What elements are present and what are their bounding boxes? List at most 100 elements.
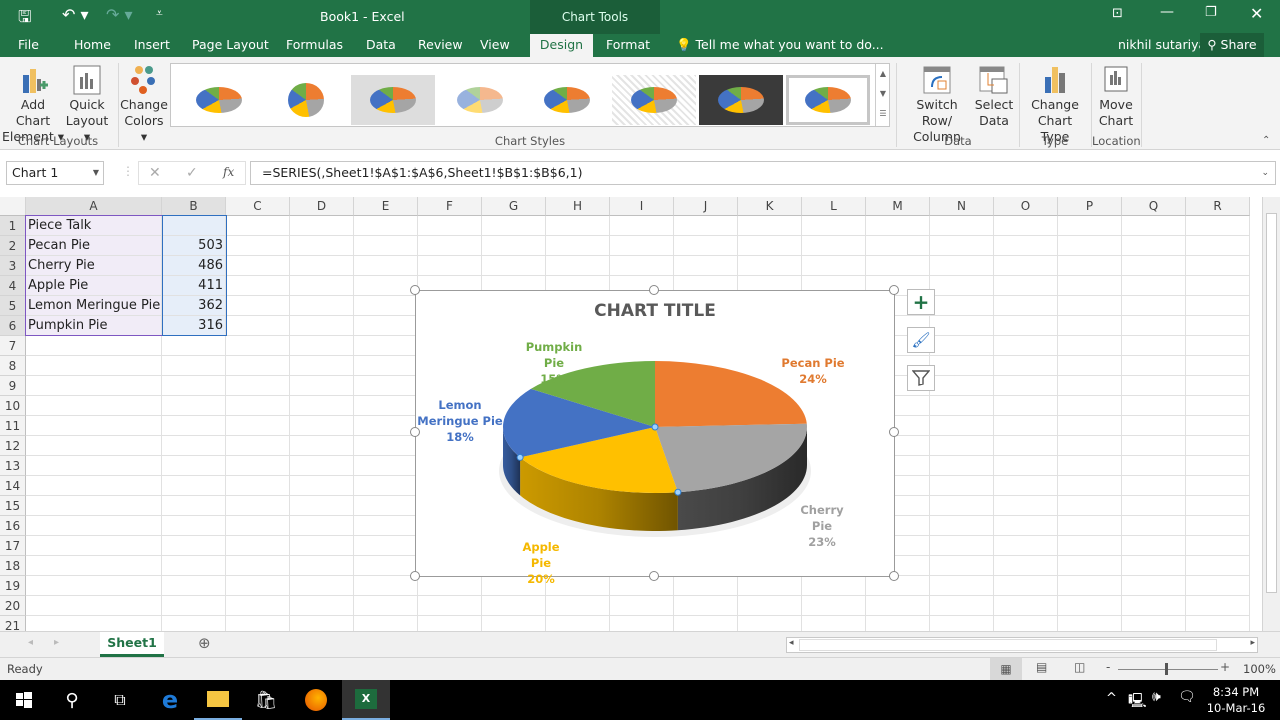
chart-style-8[interactable]: [786, 75, 870, 125]
restore-icon[interactable]: ❐: [1205, 5, 1217, 20]
column-header-F[interactable]: F: [418, 197, 482, 216]
cell-E20[interactable]: [354, 596, 418, 616]
chart-style-2[interactable]: [264, 75, 348, 125]
cell-O12[interactable]: [994, 436, 1058, 456]
cell-B4[interactable]: 411: [162, 276, 226, 296]
cell-D10[interactable]: [290, 396, 354, 416]
cell-N11[interactable]: [930, 416, 994, 436]
cell-R1[interactable]: [1186, 216, 1250, 236]
resize-handle[interactable]: [649, 285, 659, 295]
resize-handle[interactable]: [649, 571, 659, 581]
tab-format[interactable]: Format: [602, 34, 654, 57]
cell-N6[interactable]: [930, 316, 994, 336]
cell-E15[interactable]: [354, 496, 418, 516]
column-header-I[interactable]: I: [610, 197, 674, 216]
ribbon-display-icon[interactable]: ⊡: [1112, 6, 1123, 21]
cell-O11[interactable]: [994, 416, 1058, 436]
redo-icon[interactable]: ↷ ▾: [106, 5, 133, 24]
cell-D3[interactable]: [290, 256, 354, 276]
cell-R9[interactable]: [1186, 376, 1250, 396]
cell-D11[interactable]: [290, 416, 354, 436]
cell-D14[interactable]: [290, 476, 354, 496]
cell-A13[interactable]: [26, 456, 162, 476]
cell-P9[interactable]: [1058, 376, 1122, 396]
cell-R5[interactable]: [1186, 296, 1250, 316]
cell-R15[interactable]: [1186, 496, 1250, 516]
column-header-M[interactable]: M: [866, 197, 930, 216]
close-icon[interactable]: ✕: [1250, 4, 1263, 23]
select-data-button[interactable]: Select Data: [974, 65, 1014, 129]
cell-A19[interactable]: [26, 576, 162, 596]
cell-R2[interactable]: [1186, 236, 1250, 256]
cancel-icon[interactable]: ✕: [149, 165, 161, 181]
cell-C7[interactable]: [226, 336, 290, 356]
column-header-A[interactable]: A: [26, 197, 162, 216]
cell-N17[interactable]: [930, 536, 994, 556]
cell-B18[interactable]: [162, 556, 226, 576]
cell-N8[interactable]: [930, 356, 994, 376]
cell-Q17[interactable]: [1122, 536, 1186, 556]
cell-O5[interactable]: [994, 296, 1058, 316]
cell-I3[interactable]: [610, 256, 674, 276]
chart-style-1[interactable]: [177, 75, 261, 125]
column-header-B[interactable]: B: [162, 197, 226, 216]
cell-P20[interactable]: [1058, 596, 1122, 616]
cell-H1[interactable]: [546, 216, 610, 236]
cell-N14[interactable]: [930, 476, 994, 496]
row-header-20[interactable]: 20: [0, 596, 26, 616]
cell-N12[interactable]: [930, 436, 994, 456]
cell-N3[interactable]: [930, 256, 994, 276]
chart-style-4[interactable]: [438, 75, 522, 125]
cell-B14[interactable]: [162, 476, 226, 496]
cell-N4[interactable]: [930, 276, 994, 296]
row-header-19[interactable]: 19: [0, 576, 26, 596]
customize-qat-icon[interactable]: ⩡: [156, 6, 163, 21]
cell-N7[interactable]: [930, 336, 994, 356]
cell-C9[interactable]: [226, 376, 290, 396]
pie-chart[interactable]: CHART TITLE Pecan Pie 24% Cherry Pie 23% App…: [415, 290, 895, 586]
gallery-scroll[interactable]: ▲ ▼ ☰: [875, 64, 890, 126]
quick-layout-button[interactable]: Quick Layout ▾: [64, 65, 110, 145]
undo-icon[interactable]: ↶ ▾: [62, 5, 89, 24]
cell-K3[interactable]: [738, 256, 802, 276]
volume-icon[interactable]: 🕪: [1152, 689, 1161, 705]
save-icon[interactable]: 🖫: [18, 6, 32, 33]
row-header-13[interactable]: 13: [0, 456, 26, 476]
cell-H2[interactable]: [546, 236, 610, 256]
cell-B12[interactable]: [162, 436, 226, 456]
cell-E10[interactable]: [354, 396, 418, 416]
cell-D18[interactable]: [290, 556, 354, 576]
cell-E3[interactable]: [354, 256, 418, 276]
collapse-ribbon-icon[interactable]: ⌃: [1262, 135, 1270, 146]
cell-A11[interactable]: [26, 416, 162, 436]
cell-E8[interactable]: [354, 356, 418, 376]
cell-R4[interactable]: [1186, 276, 1250, 296]
cell-D1[interactable]: [290, 216, 354, 236]
network-icon[interactable]: 🖳: [1128, 690, 1147, 714]
cell-Q6[interactable]: [1122, 316, 1186, 336]
cell-Q20[interactable]: [1122, 596, 1186, 616]
cell-F2[interactable]: [418, 236, 482, 256]
cell-O20[interactable]: [994, 596, 1058, 616]
firefox-icon[interactable]: [292, 680, 340, 720]
cell-D12[interactable]: [290, 436, 354, 456]
zoom-slider-thumb[interactable]: [1165, 663, 1168, 675]
cell-R18[interactable]: [1186, 556, 1250, 576]
cell-B3[interactable]: 486: [162, 256, 226, 276]
cell-Q15[interactable]: [1122, 496, 1186, 516]
cell-R19[interactable]: [1186, 576, 1250, 596]
cell-E2[interactable]: [354, 236, 418, 256]
row-header-18[interactable]: 18: [0, 556, 26, 576]
resize-handle[interactable]: [410, 285, 420, 295]
cell-R10[interactable]: [1186, 396, 1250, 416]
switch-row-column-button[interactable]: Switch Row/Column: [900, 65, 974, 145]
column-header-K[interactable]: K: [738, 197, 802, 216]
zoom-in-icon[interactable]: +: [1220, 660, 1230, 674]
cell-P15[interactable]: [1058, 496, 1122, 516]
cell-Q10[interactable]: [1122, 396, 1186, 416]
cell-Q14[interactable]: [1122, 476, 1186, 496]
cell-O10[interactable]: [994, 396, 1058, 416]
clock[interactable]: 8:34 PM 10-Mar-16: [1204, 684, 1268, 716]
cell-B5[interactable]: 362: [162, 296, 226, 316]
cell-D8[interactable]: [290, 356, 354, 376]
